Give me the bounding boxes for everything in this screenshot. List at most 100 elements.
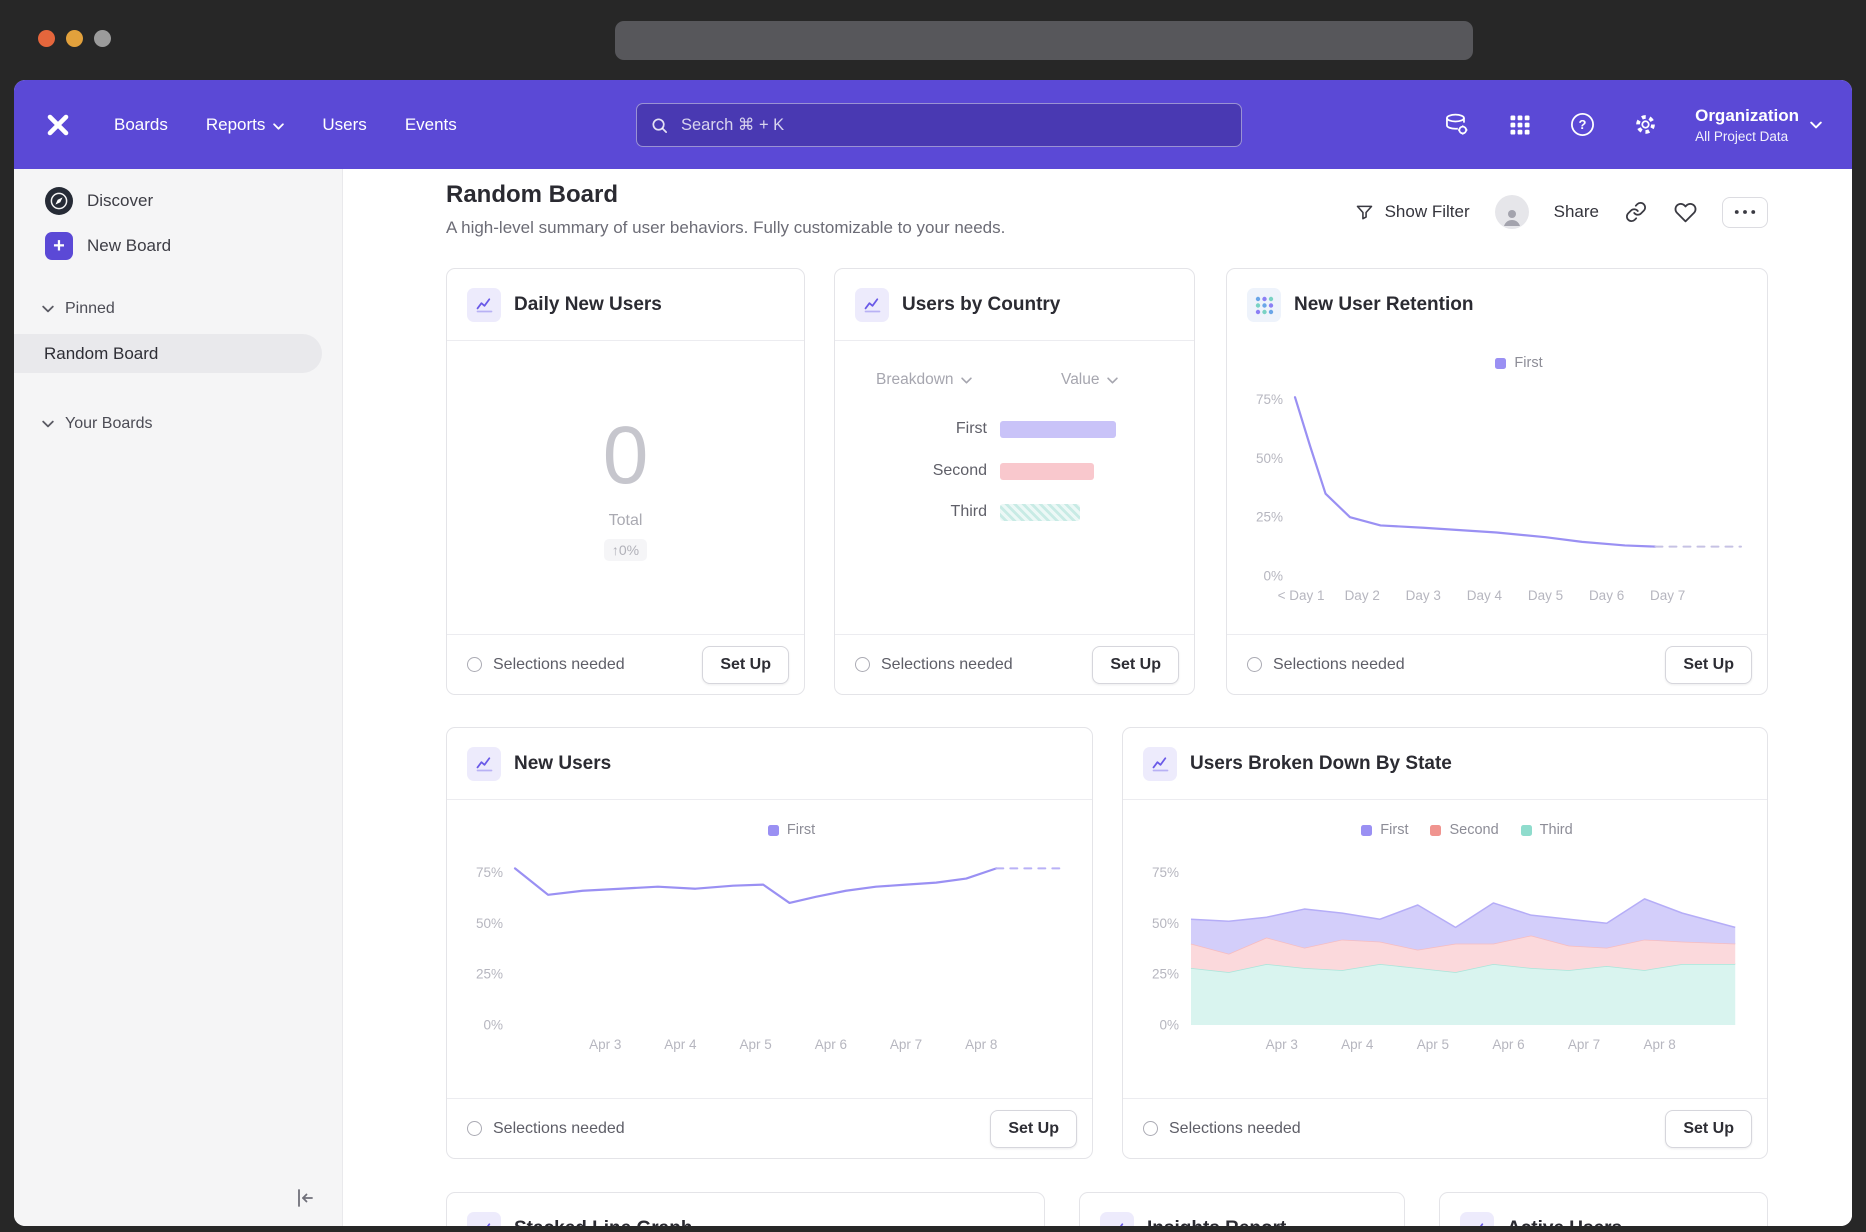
country-bar (1000, 504, 1080, 521)
set-up-button[interactable]: Set Up (990, 1110, 1077, 1148)
svg-text:0%: 0% (1159, 1018, 1179, 1033)
card-insights-report: Insights Report (1079, 1192, 1405, 1226)
value-dropdown[interactable]: Value (1061, 371, 1118, 389)
chevron-down-icon (961, 371, 972, 389)
search-input[interactable] (679, 115, 1228, 136)
svg-text:Day 3: Day 3 (1406, 588, 1441, 603)
svg-text:Day 6: Day 6 (1589, 588, 1624, 603)
status-radio-icon (467, 1121, 482, 1136)
show-filter-label: Show Filter (1385, 202, 1470, 222)
org-switcher[interactable]: Organization All Project Data (1695, 106, 1822, 144)
avatar[interactable] (1495, 195, 1529, 229)
set-up-button[interactable]: Set Up (1665, 646, 1752, 684)
your-boards-label: Your Boards (65, 415, 152, 433)
org-name: Organization (1695, 106, 1799, 126)
card-title: Users by Country (902, 294, 1060, 316)
window-minimize-button[interactable] (66, 30, 83, 47)
set-up-button[interactable]: Set Up (702, 646, 789, 684)
breakdown-label: Breakdown (876, 371, 954, 389)
svg-text:75%: 75% (1152, 865, 1179, 880)
line-chart-icon (467, 288, 501, 322)
set-up-button[interactable]: Set Up (1092, 646, 1179, 684)
mixpanel-logo-icon[interactable] (44, 111, 71, 138)
legend-swatch (768, 825, 779, 836)
status-radio-icon (1143, 1121, 1158, 1136)
sidebar-item-random-board[interactable]: Random Board (14, 334, 322, 373)
svg-text:Apr 5: Apr 5 (740, 1037, 772, 1052)
country-row: Second (835, 461, 1094, 481)
status-radio-icon (855, 657, 870, 672)
board-subtitle: A high-level summary of user behaviors. … (446, 218, 1005, 238)
svg-text:Apr 5: Apr 5 (1417, 1037, 1449, 1052)
selections-needed-label: Selections needed (881, 656, 1013, 674)
legend-swatch (1495, 358, 1506, 369)
nav-reports[interactable]: Reports (187, 115, 304, 135)
svg-text:< Day 1: < Day 1 (1278, 588, 1325, 603)
svg-text:0%: 0% (483, 1018, 503, 1033)
legend-item-first[interactable]: First (1361, 822, 1408, 838)
country-row-label: Second (835, 462, 1000, 480)
legend-item-third[interactable]: Third (1521, 822, 1573, 838)
metric-delta-badge: ↑0% (604, 539, 647, 561)
show-filter-button[interactable]: Show Filter (1354, 202, 1470, 223)
card-users-by-state: Users Broken Down By State FirstSecondTh… (1122, 727, 1768, 1159)
metric-value: 0 (603, 415, 649, 497)
nav-events[interactable]: Events (386, 115, 476, 135)
svg-text:50%: 50% (1256, 451, 1283, 466)
selections-needed-label: Selections needed (493, 1120, 625, 1138)
legend-item-first[interactable]: First (1495, 355, 1542, 371)
svg-text:Apr 8: Apr 8 (1643, 1037, 1675, 1052)
primary-nav: Boards Reports Users Events (95, 115, 476, 135)
svg-text:75%: 75% (476, 865, 503, 880)
chevron-down-icon (1810, 116, 1822, 134)
window-zoom-button[interactable] (94, 30, 111, 47)
apps-grid-icon[interactable] (1506, 111, 1533, 138)
svg-text:Day 7: Day 7 (1650, 588, 1685, 603)
svg-text:Day 4: Day 4 (1467, 588, 1503, 603)
sidebar-item-discover[interactable]: Discover (14, 178, 342, 223)
status-radio-icon (467, 657, 482, 672)
window-close-button[interactable] (38, 30, 55, 47)
settings-gear-icon[interactable] (1632, 111, 1659, 138)
svg-text:Apr 7: Apr 7 (1568, 1037, 1600, 1052)
card-title: New Users (514, 753, 611, 775)
search-bar[interactable] (636, 103, 1242, 147)
top-navbar: Boards Reports Users Events (14, 80, 1852, 169)
svg-text:?: ? (1579, 117, 1587, 132)
share-button[interactable]: Share (1554, 202, 1599, 222)
svg-text:0%: 0% (1263, 569, 1283, 584)
svg-text:25%: 25% (1256, 510, 1283, 525)
sidebar: Discover + New Board Pinned Random Board… (14, 169, 343, 1226)
more-options-button[interactable] (1722, 197, 1768, 228)
help-icon[interactable]: ? (1569, 111, 1596, 138)
sidebar-section-your-boards[interactable]: Your Boards (14, 407, 342, 441)
nav-users[interactable]: Users (303, 115, 385, 135)
legend-item-first[interactable]: First (768, 822, 815, 838)
address-bar[interactable] (615, 21, 1473, 60)
svg-text:Apr 7: Apr 7 (890, 1037, 922, 1052)
window-titlebar (0, 0, 1866, 80)
set-up-button[interactable]: Set Up (1665, 1110, 1752, 1148)
data-management-icon[interactable] (1443, 111, 1470, 138)
card-active-users: Active Users (1439, 1192, 1768, 1226)
value-label: Value (1061, 371, 1100, 389)
board-title: Random Board (446, 181, 1005, 209)
legend-swatch (1521, 825, 1532, 836)
svg-text:Apr 6: Apr 6 (1492, 1037, 1524, 1052)
svg-text:Day 2: Day 2 (1345, 588, 1380, 603)
sidebar-collapse-button[interactable] (292, 1186, 318, 1212)
svg-text:Apr 6: Apr 6 (815, 1037, 847, 1052)
chart-legend: First Second Third (1191, 822, 1743, 838)
copy-link-icon[interactable] (1624, 200, 1648, 224)
sidebar-item-new-board[interactable]: + New Board (14, 223, 342, 268)
line-chart-icon (1100, 1212, 1134, 1226)
legend-item-second[interactable]: Second (1430, 822, 1498, 838)
status-radio-icon (1247, 657, 1262, 672)
favorite-heart-icon[interactable] (1673, 200, 1697, 224)
svg-text:25%: 25% (1152, 967, 1179, 982)
nav-boards[interactable]: Boards (95, 115, 187, 135)
sidebar-section-pinned[interactable]: Pinned (14, 292, 342, 326)
metric-caption: Total (609, 512, 643, 530)
svg-text:Day 5: Day 5 (1528, 588, 1563, 603)
breakdown-dropdown[interactable]: Breakdown (876, 371, 972, 389)
